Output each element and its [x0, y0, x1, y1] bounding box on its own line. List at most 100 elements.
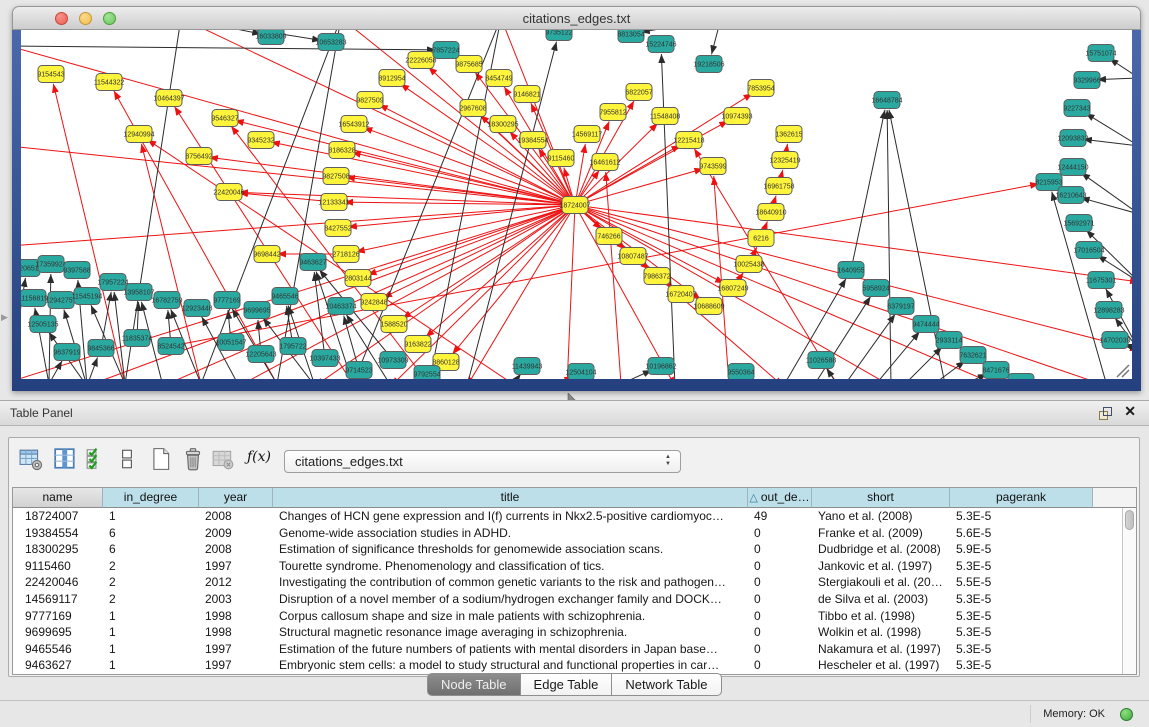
network-node[interactable]: 9115460 [548, 150, 575, 167]
network-node[interactable]: 8427552 [324, 220, 351, 237]
network-node[interactable]: 10397433 [309, 350, 340, 367]
network-edge[interactable] [1083, 139, 1132, 146]
network-edge[interactable] [383, 205, 575, 298]
network-node[interactable]: 746266 [596, 228, 622, 245]
network-edge[interactable] [21, 46, 436, 50]
network-node[interactable]: 19218506 [693, 56, 724, 73]
network-node[interactable]: 6379197 [887, 298, 914, 315]
network-edge[interactable] [714, 176, 729, 379]
column-settings-icon[interactable] [19, 447, 43, 471]
table-row[interactable]: 1830029562008Estimation of significance … [13, 541, 1123, 558]
network-node[interactable]: 11675301 [1086, 272, 1117, 289]
network-node[interactable]: 9845366 [87, 340, 114, 357]
network-edge[interactable] [575, 169, 703, 205]
network-node[interactable]: 10654112 [1006, 374, 1037, 380]
network-node[interactable]: 2803144 [344, 270, 371, 287]
network-node[interactable]: 11439943 [512, 358, 543, 375]
network-node[interactable]: 9875685 [455, 56, 482, 73]
column-header-out-degree[interactable]: △out_de… [748, 488, 812, 508]
network-node[interactable]: 9735122 [545, 30, 572, 41]
network-node[interactable]: 9550364 [727, 364, 754, 380]
network-node[interactable]: 11156819 [21, 290, 48, 307]
network-node[interactable]: 10051547 [215, 334, 246, 351]
network-node[interactable]: 16782759 [151, 292, 182, 309]
network-node[interactable]: 12504104 [565, 364, 596, 380]
network-node[interactable]: 18640910 [755, 204, 786, 221]
network-edge[interactable] [1086, 113, 1132, 146]
network-node[interactable]: 10464397 [153, 90, 184, 107]
network-node[interactable]: 8756492 [185, 148, 212, 165]
network-node[interactable]: 7632621 [959, 347, 986, 364]
network-node[interactable]: 9792554 [413, 366, 440, 380]
network-edge[interactable] [1097, 78, 1132, 80]
network-node[interactable]: 9146821 [513, 86, 540, 103]
network-edge[interactable] [712, 30, 721, 54]
table-row[interactable]: 911546021997Tourette syndrome. Phenomeno… [13, 558, 1123, 575]
network-node[interactable]: 9345232 [247, 132, 274, 149]
network-node[interactable]: 14569117 [572, 126, 603, 143]
network-edge[interactable] [641, 30, 721, 32]
table-scrollbar-thumb[interactable] [1125, 510, 1134, 530]
network-node[interactable]: 11548408 [650, 108, 681, 125]
network-node[interactable]: 2718126 [332, 246, 359, 263]
network-node[interactable]: 15692971 [1063, 215, 1094, 232]
network-node[interactable]: 10974393 [721, 108, 752, 125]
column-header-short[interactable]: short [812, 488, 950, 508]
column-header-title[interactable]: title [273, 488, 748, 508]
network-node[interactable]: 12215418 [673, 132, 704, 149]
network-node[interactable]: 8524542 [157, 338, 184, 355]
network-node[interactable]: 10463374 [325, 298, 356, 315]
network-node[interactable]: 10973309 [377, 352, 408, 369]
network-node[interactable]: 10196862 [645, 358, 676, 375]
network-node[interactable]: 12133341 [318, 194, 349, 211]
network-node[interactable]: 9546327 [211, 110, 238, 127]
network-edge[interactable] [841, 314, 895, 379]
network-node[interactable]: 9714523 [345, 362, 372, 379]
table-row[interactable]: 2242004622012Investigating the contribut… [13, 574, 1123, 591]
network-node[interactable]: 7857224 [432, 42, 459, 59]
network-node[interactable]: 12205643 [245, 346, 276, 363]
network-edge[interactable] [53, 84, 125, 379]
network-edge[interactable] [621, 370, 652, 379]
network-node[interactable]: 11544322 [94, 74, 125, 91]
network-node[interactable]: 1362615 [775, 126, 802, 143]
network-canvas[interactable]: 1872400722226058891295498275091654391281… [21, 30, 1132, 379]
network-node[interactable]: 16033809 [255, 30, 286, 45]
network-node[interactable]: 11545194 [72, 288, 103, 305]
float-panel-icon[interactable] [1098, 406, 1113, 421]
network-edge[interactable] [899, 347, 942, 379]
network-edge[interactable] [1081, 173, 1132, 214]
network-node[interactable]: 6216 [748, 230, 774, 247]
network-node[interactable]: 9242848 [360, 294, 387, 311]
network-node[interactable]: 15751074 [1085, 45, 1116, 62]
merge-rows-icon[interactable] [115, 447, 139, 471]
network-node[interactable]: 11026588 [806, 352, 837, 369]
show-columns-icon[interactable] [53, 447, 77, 471]
network-node[interactable]: 1640955 [837, 262, 864, 279]
network-node[interactable]: 12898283 [1093, 302, 1124, 319]
network-node[interactable]: 16648784 [871, 92, 902, 109]
network-node[interactable]: 12325419 [769, 152, 800, 169]
network-edge[interactable] [1081, 198, 1132, 214]
network-node[interactable]: 12940994 [123, 126, 154, 143]
table-scrollbar[interactable] [1122, 508, 1136, 674]
import-table-icon[interactable] [211, 447, 235, 471]
network-node[interactable]: 12444150 [1057, 159, 1088, 176]
network-node[interactable]: 9463627 [299, 254, 326, 271]
table-row[interactable]: 977716911998Corpus callosum shape and si… [13, 608, 1123, 625]
network-node[interactable]: 10688609 [693, 298, 724, 315]
network-node[interactable]: 17957224 [97, 274, 128, 291]
network-node[interactable]: 8186328 [328, 142, 355, 159]
table-row[interactable]: 969969511998Structural magnetic resonanc… [13, 624, 1123, 641]
column-header-year[interactable]: year [199, 488, 273, 508]
network-edge[interactable] [379, 105, 575, 205]
network-node[interactable]: 12505135 [27, 316, 58, 333]
network-node[interactable]: 12093832 [1057, 130, 1088, 147]
network-node[interactable]: 14702039 [1099, 332, 1130, 349]
network-node[interactable]: 6822057 [625, 84, 652, 101]
network-node[interactable]: 11835374 [122, 330, 153, 347]
network-node[interactable]: 8813054 [617, 30, 644, 43]
network-node[interactable]: 16543912 [338, 116, 369, 133]
network-node[interactable]: 9163822 [404, 336, 431, 353]
table-row[interactable]: 1872400712008Changes of HCN gene express… [13, 508, 1123, 525]
